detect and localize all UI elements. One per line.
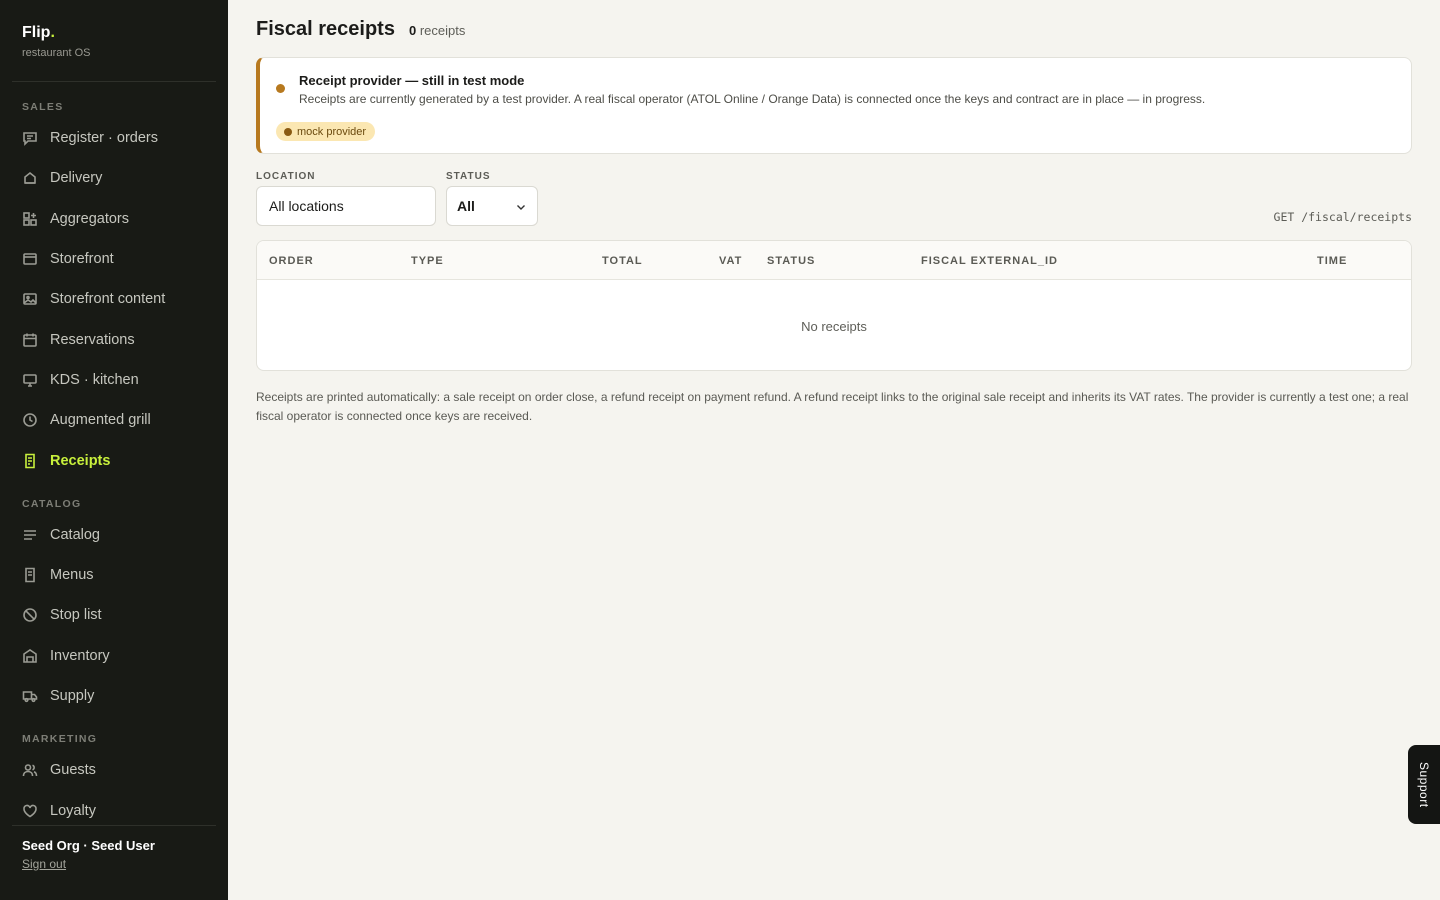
status-label: STATUS xyxy=(446,171,491,182)
api-endpoint: GET /fiscal/receipts xyxy=(1273,210,1412,224)
sidebar-item-aggregators[interactable]: Aggregators xyxy=(0,199,228,239)
test-mode-banner: Receipt provider — still in test mode Re… xyxy=(256,57,1412,154)
banner-title: Receipt provider — still in test mode xyxy=(299,73,525,88)
column-header-type[interactable]: TYPE xyxy=(411,255,444,267)
sidebar-item-label: Stop list xyxy=(50,607,102,624)
sidebar-item-storefront-content[interactable]: Storefront content xyxy=(0,279,228,319)
brand[interactable]: Flip. restaurant OS xyxy=(22,24,90,59)
sidebar-item-label: Delivery xyxy=(50,170,103,187)
section-label-marketing: MARKETING xyxy=(22,733,98,746)
calendar-icon xyxy=(22,332,38,348)
sidebar-item-storefront[interactable]: Storefront xyxy=(0,239,228,279)
message-square-icon xyxy=(22,130,38,147)
sidebar: Flip. restaurant OS SALES Register · ord… xyxy=(0,0,228,900)
heart-icon xyxy=(22,803,38,819)
location-select[interactable]: All locations xyxy=(256,186,436,226)
sidebar-nav: SALES Register · orders Delivery Aggrega… xyxy=(0,96,228,824)
sidebar-item-label: Catalog xyxy=(50,526,100,543)
list-icon xyxy=(22,527,38,543)
sidebar-item-guests[interactable]: Guests xyxy=(0,750,228,790)
sidebar-item-augmented-grill[interactable]: Augmented grill xyxy=(0,400,228,440)
location-label: LOCATION xyxy=(256,171,316,182)
page-header: Fiscal receipts 0 receipts xyxy=(256,18,465,41)
section-label-catalog: CATALOG xyxy=(22,497,82,510)
sidebar-item-label: Loyalty xyxy=(50,802,96,819)
sidebar-item-receipts[interactable]: Receipts xyxy=(0,440,228,480)
sidebar-item-label: Reservations xyxy=(50,331,135,348)
sidebar-item-inventory[interactable]: Inventory xyxy=(0,636,228,676)
sidebar-item-kds[interactable]: KDS · kitchen xyxy=(0,360,228,400)
warehouse-icon xyxy=(22,648,38,664)
receipt-count: 0 receipts xyxy=(408,23,466,38)
provider-badge: mock provider xyxy=(276,122,376,141)
sidebar-item-label: Inventory xyxy=(50,647,110,664)
column-header-status[interactable]: STATUS xyxy=(767,255,815,267)
image-icon xyxy=(22,291,38,307)
sidebar-item-supply[interactable]: Supply xyxy=(0,676,228,716)
column-header-vat[interactable]: VAT xyxy=(719,255,742,267)
user-name: Seed Org · Seed User xyxy=(22,838,155,853)
warning-dot-icon xyxy=(276,84,285,93)
sidebar-item-label: Storefront xyxy=(50,251,114,268)
support-button[interactable]: Support xyxy=(1408,745,1440,824)
sidebar-item-menus[interactable]: Menus xyxy=(0,555,228,595)
bag-icon xyxy=(22,170,38,186)
sidebar-item-stop-list[interactable]: Stop list xyxy=(0,595,228,635)
sidebar-item-label: KDS · kitchen xyxy=(50,371,139,388)
receipts-table: ORDER TYPE TOTAL VAT STATUS FISCAL EXTER… xyxy=(256,240,1412,371)
sidebar-item-label: Supply xyxy=(50,688,95,704)
sidebar-item-register[interactable]: Register · orders xyxy=(0,118,228,158)
sidebar-item-label: Aggregators xyxy=(50,210,129,227)
sidebar-item-label: Guests xyxy=(50,762,96,779)
sidebar-item-reservations[interactable]: Reservations xyxy=(0,319,228,359)
users-icon xyxy=(22,762,38,778)
menu-book-icon xyxy=(22,567,38,583)
section-label-sales: SALES xyxy=(22,101,64,113)
sign-out-link[interactable]: Sign out xyxy=(22,857,66,871)
sidebar-divider xyxy=(12,81,216,82)
truck-icon xyxy=(22,688,38,704)
clock-icon xyxy=(22,412,38,428)
brand-logo: Flip. xyxy=(22,24,55,41)
sidebar-item-delivery[interactable]: Delivery xyxy=(0,158,228,198)
page-title: Fiscal receipts xyxy=(256,18,395,40)
sidebar-item-label: Menus xyxy=(50,567,94,584)
sidebar-item-label: Augmented grill xyxy=(50,412,151,429)
table-header: ORDER TYPE TOTAL VAT STATUS FISCAL EXTER… xyxy=(257,241,1411,280)
column-header-order[interactable]: ORDER xyxy=(269,255,314,267)
receipts-note: Receipts are printed automatically: a sa… xyxy=(256,390,1409,423)
banner-text: Receipts are currently generated by a te… xyxy=(299,92,1206,106)
grid-plus-icon xyxy=(22,211,38,227)
sidebar-item-label: Register · orders xyxy=(50,130,158,147)
chevron-down-icon xyxy=(517,205,525,210)
receipt-icon xyxy=(22,453,38,469)
column-header-fiscal-id[interactable]: FISCAL EXTERNAL_ID xyxy=(921,255,1058,267)
browser-window-icon xyxy=(22,251,38,267)
column-header-time[interactable]: TIME xyxy=(1317,255,1347,267)
sidebar-item-loyalty[interactable]: Loyalty xyxy=(0,790,228,824)
sidebar-item-label: Receipts xyxy=(50,452,111,469)
sidebar-item-label: Storefront content xyxy=(50,291,166,308)
status-dot-icon xyxy=(284,127,292,136)
ban-icon xyxy=(22,607,38,623)
sidebar-footer-divider xyxy=(12,825,216,826)
column-header-total[interactable]: TOTAL xyxy=(602,255,643,267)
brand-subtitle: restaurant OS xyxy=(22,47,91,59)
empty-state: No receipts xyxy=(801,319,867,334)
monitor-icon xyxy=(22,372,38,388)
sidebar-item-catalog[interactable]: Catalog xyxy=(0,515,228,555)
status-select[interactable]: All xyxy=(446,186,538,226)
